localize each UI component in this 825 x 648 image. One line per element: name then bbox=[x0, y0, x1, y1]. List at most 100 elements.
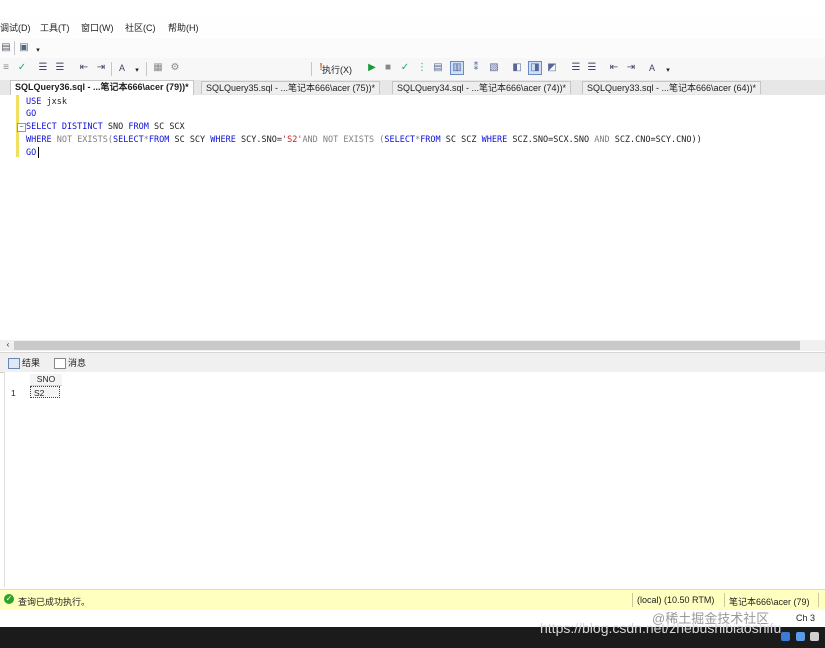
tab-sqlquery34[interactable]: SQLQuery34.sql - ...笔记本666\acer (74))* bbox=[392, 81, 572, 94]
sqlcmd-mode-icon[interactable]: ◩ bbox=[546, 62, 558, 74]
status-message: 查询已成功执行。 bbox=[18, 597, 91, 607]
query-editor[interactable]: USE jxsk GO − SELECT DISTINCT SNO FROM S… bbox=[0, 95, 825, 340]
decrease-indent-icon[interactable]: ⇤ bbox=[608, 62, 620, 74]
parse-check-icon[interactable]: ✓ bbox=[399, 62, 411, 74]
success-check-icon: ✓ bbox=[4, 594, 14, 604]
menu-tools[interactable]: 工具(T) bbox=[40, 21, 70, 34]
server-info: (local) (10.50 RTM) bbox=[637, 595, 715, 605]
code-line-5: GO bbox=[26, 148, 37, 158]
column-header[interactable]: SNO bbox=[30, 374, 62, 386]
code-text: SCZ.SNO=SCX.SNO bbox=[507, 135, 595, 145]
code-text: SCY.SNO= bbox=[235, 135, 282, 145]
toolbar-separator bbox=[311, 62, 312, 76]
punct: ( bbox=[374, 135, 385, 145]
include-plan-icon[interactable]: ◧ bbox=[511, 62, 523, 74]
code-line-4: WHERE NOT EXISTS(SELECT*FROM SC SCY WHER… bbox=[26, 134, 702, 146]
display-icon[interactable] bbox=[810, 632, 819, 641]
tab-sqlquery35[interactable]: SQLQuery35.sql - ...笔记本666\acer (75))* bbox=[201, 81, 381, 94]
keyword: SELECT DISTINCT bbox=[26, 122, 103, 132]
document-tab-strip: SQLQuery36.sql - ...笔记本666\acer (79))* S… bbox=[0, 80, 825, 96]
code-line-2: GO bbox=[26, 109, 37, 119]
uncomment-lines-icon[interactable]: ☰ bbox=[586, 62, 598, 74]
results-to-file-icon[interactable]: ▧ bbox=[488, 62, 500, 74]
tab-results-label: 结果 bbox=[22, 358, 41, 368]
tab-results[interactable]: 结果 bbox=[6, 356, 40, 370]
connection-info: 笔记本666\acer (79) bbox=[729, 597, 810, 607]
menu-debug[interactable]: 调试(D) bbox=[0, 21, 31, 34]
toolbar-separator bbox=[14, 41, 15, 55]
code-text: SC SCY bbox=[169, 135, 211, 145]
grid-icon bbox=[8, 358, 20, 369]
keyword: FROM bbox=[420, 135, 441, 145]
code-text: jxsk bbox=[41, 97, 67, 107]
menu-help[interactable]: 帮助(H) bbox=[168, 21, 199, 34]
row-number[interactable]: 1 bbox=[11, 388, 16, 398]
query-options-icon[interactable]: ▤ bbox=[432, 62, 444, 74]
keyword: SELECT bbox=[113, 135, 144, 145]
tab-sqlquery36[interactable]: SQLQuery36.sql - ...笔记本666\acer (79))* bbox=[10, 80, 194, 95]
keyword: WHERE bbox=[210, 135, 236, 145]
messages-icon bbox=[54, 358, 66, 369]
chevron-down-icon[interactable]: ▾ bbox=[131, 65, 143, 77]
menu-community[interactable]: 社区(C) bbox=[125, 21, 156, 34]
uncomment-icon[interactable]: ☰ bbox=[54, 62, 66, 74]
grid-cell[interactable]: S2 bbox=[30, 386, 60, 398]
object-explorer-icon[interactable]: ▦ bbox=[152, 62, 164, 74]
chevron-down-icon[interactable]: ▾ bbox=[32, 45, 44, 57]
display-plan-icon[interactable]: ⋮ bbox=[416, 62, 428, 74]
scrollbar-thumb[interactable] bbox=[14, 341, 800, 350]
status-divider bbox=[632, 593, 633, 607]
tab-sqlquery33[interactable]: SQLQuery33.sql - ...笔记本666\acer (64))* bbox=[582, 81, 762, 94]
save-icon[interactable]: ▤ bbox=[0, 42, 12, 54]
template-params-icon[interactable]: A bbox=[116, 62, 128, 74]
code-text: SC SCZ bbox=[440, 135, 482, 145]
grip-icon: ≡ bbox=[3, 62, 9, 73]
keyword: WHERE bbox=[26, 135, 52, 145]
menu-window[interactable]: 窗口(W) bbox=[81, 21, 114, 34]
outdent-icon[interactable]: ⇤ bbox=[78, 62, 90, 74]
results-to-grid-icon[interactable]: ▥ bbox=[450, 61, 464, 75]
change-connection-icon[interactable]: ⚙ bbox=[169, 62, 181, 74]
keyword-gray: NOT EXISTS bbox=[51, 135, 108, 145]
keyword: SELECT bbox=[384, 135, 416, 145]
check-icon[interactable]: ✓ bbox=[16, 62, 28, 74]
status-bar: ✓ 查询已成功执行。 (local) (10.50 RTM) 笔记本666\ac… bbox=[0, 589, 825, 610]
tab-messages-label: 消息 bbox=[68, 358, 87, 368]
increase-indent-icon[interactable]: ⇥ bbox=[625, 62, 637, 74]
client-stats-icon[interactable]: ◨ bbox=[528, 61, 542, 75]
taskbar: https://blog.csdn.net/zhebushibiaoshifu bbox=[0, 620, 825, 648]
keyword: WHERE bbox=[481, 135, 508, 145]
intellisense-icon[interactable]: ⁑ bbox=[470, 62, 482, 74]
code-text: SCZ.CNO=SCY.CNO)) bbox=[609, 135, 702, 145]
specify-values-icon[interactable]: A bbox=[646, 62, 658, 74]
comment-lines-icon[interactable]: ☰ bbox=[570, 62, 582, 74]
string-literal: 'S2' bbox=[281, 135, 303, 145]
print-icon[interactable]: ▣ bbox=[18, 42, 30, 54]
stop-icon[interactable]: ■ bbox=[382, 62, 394, 74]
execute-button[interactable]: 执行(X) bbox=[322, 63, 352, 76]
cursor-position: Ch 3 bbox=[796, 613, 816, 623]
keyword: FROM bbox=[128, 122, 149, 132]
debug-play-icon[interactable]: ▶ bbox=[366, 62, 378, 74]
volume-icon[interactable] bbox=[796, 632, 805, 641]
code-line-3: SELECT DISTINCT SNO FROM SC SCX bbox=[26, 121, 185, 133]
sql-editor-toolbar: ≡ ✓ ☰ ☰ ⇤ ⇥ A ▾ ▦ ⚙ jxsk ▼ ! 执行(X) ▶ ■ ✓… bbox=[0, 58, 825, 135]
text-caret bbox=[38, 147, 39, 158]
toolbar-separator bbox=[146, 62, 147, 76]
chevron-down-icon[interactable]: ▾ bbox=[662, 65, 674, 77]
tab-messages[interactable]: 消息 bbox=[52, 356, 86, 370]
code-text: SNO bbox=[102, 122, 129, 132]
keyword-use: USE bbox=[26, 97, 42, 107]
status-divider bbox=[818, 593, 819, 607]
collapse-icon[interactable]: − bbox=[17, 123, 26, 132]
results-grid: SNO 1 S2 bbox=[4, 372, 825, 587]
results-tab-strip: 结果 消息 bbox=[0, 352, 825, 373]
editor-horizontal-scrollbar[interactable]: ‹ bbox=[0, 340, 825, 351]
comment-icon[interactable]: ☰ bbox=[37, 62, 49, 74]
network-icon[interactable] bbox=[781, 632, 790, 641]
indent-icon[interactable]: ⇥ bbox=[95, 62, 107, 74]
toolbar-separator bbox=[111, 62, 112, 76]
code-line-1: USE jxsk bbox=[26, 96, 67, 108]
keyword-gray: AND bbox=[594, 135, 610, 145]
scroll-left-icon[interactable]: ‹ bbox=[2, 339, 14, 351]
